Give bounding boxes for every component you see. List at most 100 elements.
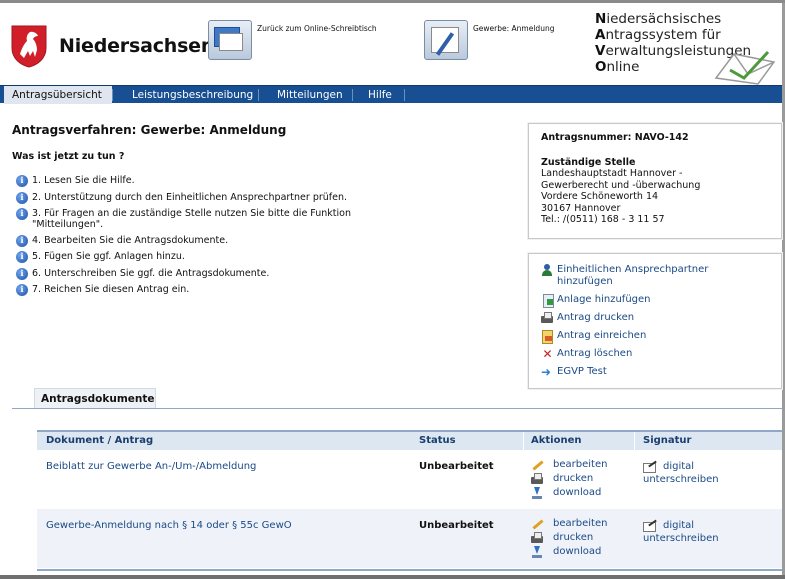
add-contact-action[interactable]: Einheitlichen Ansprechpartner hinzufügen xyxy=(541,264,769,288)
authority-line: Landeshauptstadt Hannover - xyxy=(541,168,683,179)
info-icon: i xyxy=(16,175,28,187)
step-item: i 4. Bearbeiten Sie die Antragsdokumente. xyxy=(16,234,456,247)
step-item: i 3. Für Fragen an die zuständige Stelle … xyxy=(16,208,456,230)
print-label: drucken xyxy=(553,473,594,484)
brand-name: Niedersachsen xyxy=(59,35,215,57)
document-status: Unbearbeitet xyxy=(419,520,494,531)
edit-action[interactable]: bearbeiten xyxy=(531,459,607,471)
download-action[interactable]: download xyxy=(531,487,607,499)
column-header-status: Status xyxy=(419,435,456,446)
info-icon: i xyxy=(16,251,28,263)
niedersachsen-crest-logo xyxy=(11,25,47,68)
download-label: download xyxy=(553,546,602,557)
step-text: 2. Unterstützung durch den Einheitlichen… xyxy=(32,191,348,203)
submit-application-action[interactable]: Antrag einreichen xyxy=(541,330,769,344)
signature-icon xyxy=(643,461,656,473)
application-number: Antragsnummer: NAVO-142 xyxy=(541,132,689,143)
nav-tab-service-description[interactable]: Leistungsbeschreibung xyxy=(124,86,261,104)
back-to-desktop-label: Zurück zum Online-Schreibtisch xyxy=(257,24,377,33)
authority-phone: Tel.: /(0511) 168 - 3 11 57 xyxy=(541,214,665,225)
bottom-border xyxy=(0,575,785,579)
delete-application-action[interactable]: ✕ Antrag löschen xyxy=(541,348,769,360)
attachment-icon xyxy=(541,294,554,308)
egvp-test-label: EGVP Test xyxy=(557,366,607,377)
top-border xyxy=(0,0,785,3)
step-text: 1. Lesen Sie die Hilfe. xyxy=(32,175,135,186)
main-nav: Antragsübersicht Leistungsbeschreibung M… xyxy=(0,85,782,104)
print-label: drucken xyxy=(553,532,594,543)
step-item: i 6. Unterschreiben Sie ggf. die Antragsd… xyxy=(16,267,456,280)
documents-table: Dokument / Antrag Status Aktionen Signat… xyxy=(37,430,782,568)
column-header-actions: Aktionen xyxy=(531,435,582,446)
table-header: Dokument / Antrag Status Aktionen Signat… xyxy=(37,430,782,452)
document-link[interactable]: Beiblatt zur Gewerbe An-/Um-/Abmeldung xyxy=(46,461,256,472)
add-attachment-label: Anlage hinzufügen xyxy=(557,294,651,305)
authority-line: Gewerberecht und -überwachung xyxy=(541,179,701,191)
edit-label: bearbeiten xyxy=(553,518,608,529)
authority-line: Vordere Schöneworth 14 xyxy=(541,191,659,202)
nav-separator xyxy=(112,89,113,101)
sign-digitally-action[interactable]: digital xyxy=(643,461,719,473)
step-text: 5. Fügen Sie ggf. Anlagen hinzu. xyxy=(32,251,185,262)
info-icon: i xyxy=(16,284,28,296)
row-actions: bearbeiten drucken download xyxy=(531,518,607,560)
step-item: i 1. Lesen Sie die Hilfe. xyxy=(16,175,456,187)
document-link[interactable]: Gewerbe-Anmeldung nach § 14 oder § 55c G… xyxy=(46,520,292,531)
add-contact-label: Einheitlichen Ansprechpartner hinzufügen xyxy=(557,264,709,287)
download-icon xyxy=(531,487,544,499)
table-row: Gewerbe-Anmeldung nach § 14 oder § 55c G… xyxy=(37,509,782,568)
sign-digitally-action-line2[interactable]: unterschreiben xyxy=(643,533,719,545)
system-title-line-1: Niedersächsisches xyxy=(595,11,722,27)
nav-separator xyxy=(258,89,259,101)
column-header-signature: Signatur xyxy=(643,435,692,446)
egvp-test-action[interactable]: ➜ EGVP Test xyxy=(541,366,769,378)
column-divider xyxy=(523,432,524,452)
authority-label: Zuständige Stelle xyxy=(541,156,636,168)
delete-x-icon: ✕ xyxy=(542,347,553,361)
add-attachment-action[interactable]: Anlage hinzufügen xyxy=(541,294,769,308)
nav-tab-application-overview[interactable]: Antragsübersicht xyxy=(4,86,112,104)
registration-link[interactable]: Gewerbe: Anmeldung xyxy=(424,20,554,60)
system-title-rest-4: nline xyxy=(606,59,640,75)
sign-digitally-action[interactable]: digital xyxy=(643,520,719,532)
arrow-right-icon: ➜ xyxy=(541,365,552,379)
row-signature: digital unterschreiben xyxy=(643,520,719,551)
submit-icon xyxy=(541,330,554,344)
sign-label-2: unterschreiben xyxy=(643,533,719,544)
authority-line: 30167 Hannover xyxy=(541,202,621,214)
edit-action[interactable]: bearbeiten xyxy=(531,518,607,530)
form-edit-icon xyxy=(424,20,468,60)
column-divider xyxy=(634,432,635,452)
info-icon: i xyxy=(16,191,28,204)
submit-application-label: Antrag einreichen xyxy=(557,330,647,341)
nav-tab-messages[interactable]: Mitteilungen xyxy=(269,86,351,104)
download-label: download xyxy=(553,487,602,498)
print-action[interactable]: drucken xyxy=(531,532,607,544)
pencil-icon xyxy=(531,459,544,471)
system-title-line-2: Antragssystem für xyxy=(595,27,721,43)
table-row: Beiblatt zur Gewerbe An-/Um-/Abmeldung U… xyxy=(37,450,782,509)
step-item: i 7. Reichen Sie diesen Antrag ein. xyxy=(16,284,456,296)
nav-tab-help[interactable]: Hilfe xyxy=(360,86,400,104)
info-icon: i xyxy=(16,208,28,220)
system-title-rest-1: iedersächsisches xyxy=(606,11,722,27)
row-signature: digital unterschreiben xyxy=(643,461,719,492)
print-application-action[interactable]: Antrag drucken xyxy=(541,312,769,324)
info-icon: i xyxy=(16,267,28,280)
application-actions-box: Einheitlichen Ansprechpartner hinzufügen… xyxy=(528,253,782,389)
system-title-rest-2: ntragssystem für xyxy=(605,27,721,43)
print-action[interactable]: drucken xyxy=(531,473,607,485)
registration-label: Gewerbe: Anmeldung xyxy=(473,24,555,33)
printer-icon xyxy=(541,312,554,324)
sign-digitally-action-line2[interactable]: unterschreiben xyxy=(643,474,719,486)
table-bottom-border xyxy=(37,569,782,571)
back-to-desktop-link[interactable]: Zurück zum Online-Schreibtisch xyxy=(208,20,377,60)
step-item: i 2. Unterstützung durch den Einheitliche… xyxy=(16,191,456,204)
documents-section-tab[interactable]: Antragsdokumente xyxy=(34,388,156,408)
sign-label-1: digital xyxy=(663,461,695,472)
download-action[interactable]: download xyxy=(531,546,607,558)
printer-icon xyxy=(531,473,544,485)
sign-label-2: unterschreiben xyxy=(643,474,719,485)
print-application-label: Antrag drucken xyxy=(557,312,635,323)
step-item: i 5. Fügen Sie ggf. Anlagen hinzu. xyxy=(16,251,456,263)
